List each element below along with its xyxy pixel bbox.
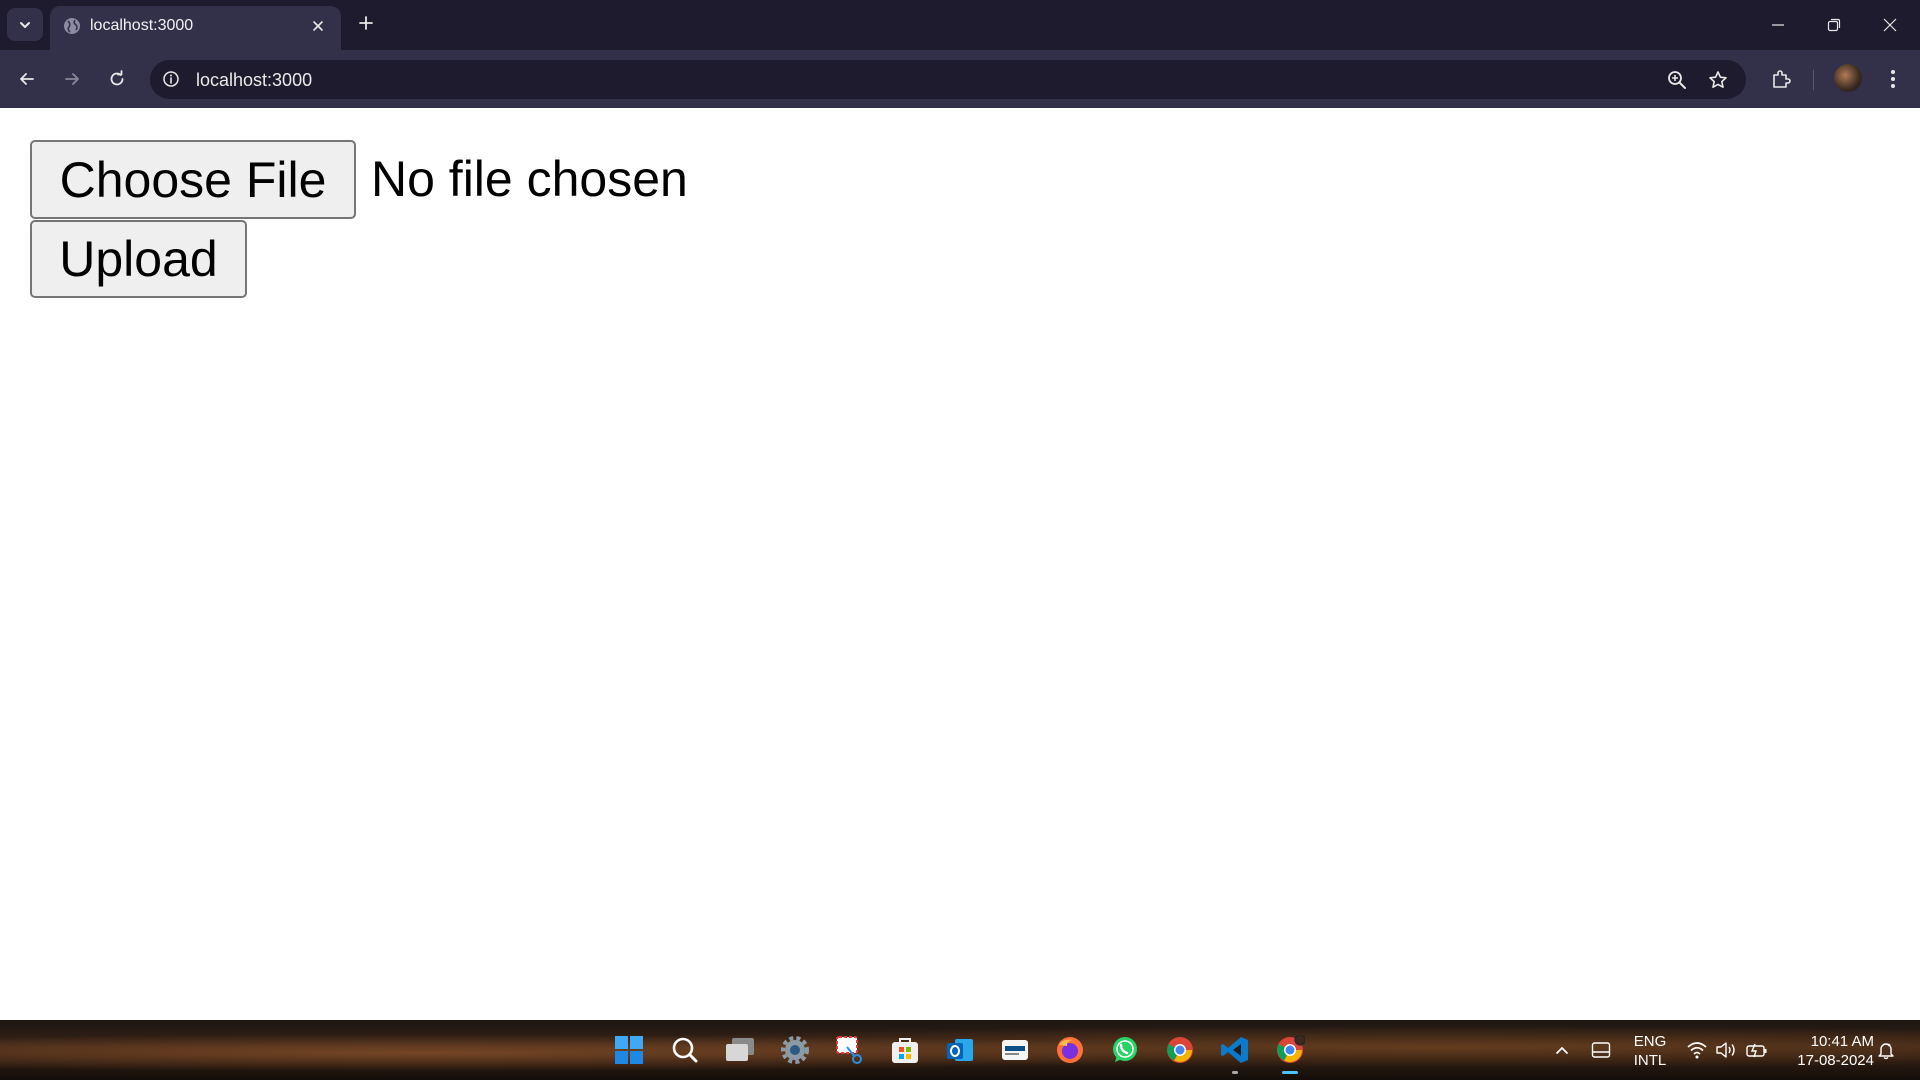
taskbar-search[interactable]: [665, 1030, 705, 1070]
restore-button[interactable]: [1806, 0, 1862, 50]
site-info-icon[interactable]: [160, 68, 182, 90]
whatsapp-icon: [1113, 1037, 1137, 1062]
whatsapp-app[interactable]: [1105, 1030, 1145, 1070]
chrome-profile-app[interactable]: [1270, 1030, 1310, 1074]
minimize-icon: [1772, 24, 1784, 26]
task-view-icon: [726, 1038, 754, 1061]
close-window-button[interactable]: [1862, 0, 1918, 50]
search-icon: [672, 1037, 698, 1063]
news-icon: [1002, 1040, 1028, 1060]
menu-button[interactable]: [1876, 62, 1910, 96]
keyboard-icon: [1591, 1042, 1611, 1058]
start-button[interactable]: [609, 1030, 649, 1070]
clock-date: 17-08-2024: [1797, 1052, 1874, 1069]
chrome-profile-icon: [1277, 1035, 1305, 1063]
chevron-up-icon: [1556, 1047, 1568, 1054]
chrome-icon: [1167, 1037, 1193, 1063]
new-tab-button[interactable]: [353, 10, 379, 36]
task-view-button[interactable]: [720, 1030, 760, 1070]
notification-bell-icon[interactable]: [1874, 1038, 1898, 1062]
toolbar-divider: [1813, 70, 1814, 90]
running-indicator: [1232, 1071, 1238, 1074]
volume-icon[interactable]: [1714, 1038, 1738, 1062]
restore-icon: [1827, 18, 1841, 32]
snipping-tool-icon: [836, 1036, 862, 1064]
close-icon: [1883, 18, 1897, 32]
taskbar: ENG INTL 10:41 AM 17-08-2024: [0, 1020, 1920, 1080]
back-button[interactable]: [10, 62, 44, 96]
windows-start-icon: [615, 1036, 643, 1064]
plus-icon: [359, 16, 373, 30]
file-status-text: No file chosen: [371, 151, 688, 207]
language-line-2: INTL: [1633, 1052, 1667, 1069]
url-text: localhost:3000: [196, 70, 313, 90]
arrow-left-icon: [20, 73, 34, 85]
snipping-tool-app[interactable]: [830, 1030, 870, 1070]
outlook-app[interactable]: [940, 1030, 980, 1070]
settings-icon: [781, 1036, 809, 1064]
reload-icon: [110, 70, 124, 86]
zoom-icon[interactable]: [1664, 67, 1690, 93]
show-hidden-icons-button[interactable]: [1550, 1038, 1574, 1062]
firefox-icon: [1057, 1037, 1083, 1063]
globe-icon: [64, 18, 80, 34]
active-indicator: [1282, 1071, 1298, 1074]
address-bar[interactable]: localhost:3000: [150, 60, 1746, 99]
settings-app[interactable]: [775, 1030, 815, 1070]
chevron-down-icon: [20, 21, 30, 28]
battery-icon[interactable]: [1745, 1038, 1769, 1062]
reload-button[interactable]: [100, 62, 134, 96]
forward-button[interactable]: [55, 62, 89, 96]
touch-keyboard-button[interactable]: [1589, 1038, 1613, 1062]
outlook-icon: [947, 1039, 973, 1061]
clock-time: 10:41 AM: [1810, 1033, 1874, 1050]
more-vertical-icon: [1891, 70, 1895, 88]
upload-button[interactable]: Upload: [30, 220, 247, 298]
microsoft-store-icon: [892, 1038, 918, 1063]
extensions-button[interactable]: [1764, 62, 1798, 96]
minimize-button[interactable]: [1750, 0, 1806, 50]
chrome-app[interactable]: [1160, 1030, 1200, 1070]
wifi-icon[interactable]: [1685, 1038, 1709, 1062]
firefox-app[interactable]: [1050, 1030, 1090, 1070]
tab-localhost[interactable]: localhost:3000: [50, 6, 341, 50]
tab-search-button[interactable]: [7, 8, 43, 41]
tab-close-button[interactable]: [307, 15, 329, 37]
bookmark-star-icon[interactable]: [1705, 67, 1731, 93]
browser-toolbar: localhost:3000: [0, 50, 1920, 108]
microsoft-store-app[interactable]: [885, 1030, 925, 1070]
vscode-app[interactable]: [1215, 1030, 1255, 1074]
vscode-icon: [1221, 1037, 1248, 1063]
news-app[interactable]: [995, 1030, 1035, 1070]
profile-avatar[interactable]: [1834, 64, 1862, 92]
page-content: Choose File No file chosen Upload: [0, 108, 1920, 1020]
close-icon: [313, 21, 323, 31]
choose-file-button[interactable]: Choose File: [30, 140, 356, 219]
tab-title: localhost:3000: [90, 17, 194, 34]
input-language[interactable]: ENG INTL: [1625, 1032, 1675, 1070]
puzzle-icon: [1773, 70, 1791, 88]
arrow-right-icon: [65, 73, 79, 85]
language-line-1: ENG: [1633, 1033, 1667, 1050]
taskbar-clock[interactable]: 10:41 AM 17-08-2024: [1780, 1032, 1874, 1070]
tab-strip: localhost:3000: [0, 0, 1920, 50]
